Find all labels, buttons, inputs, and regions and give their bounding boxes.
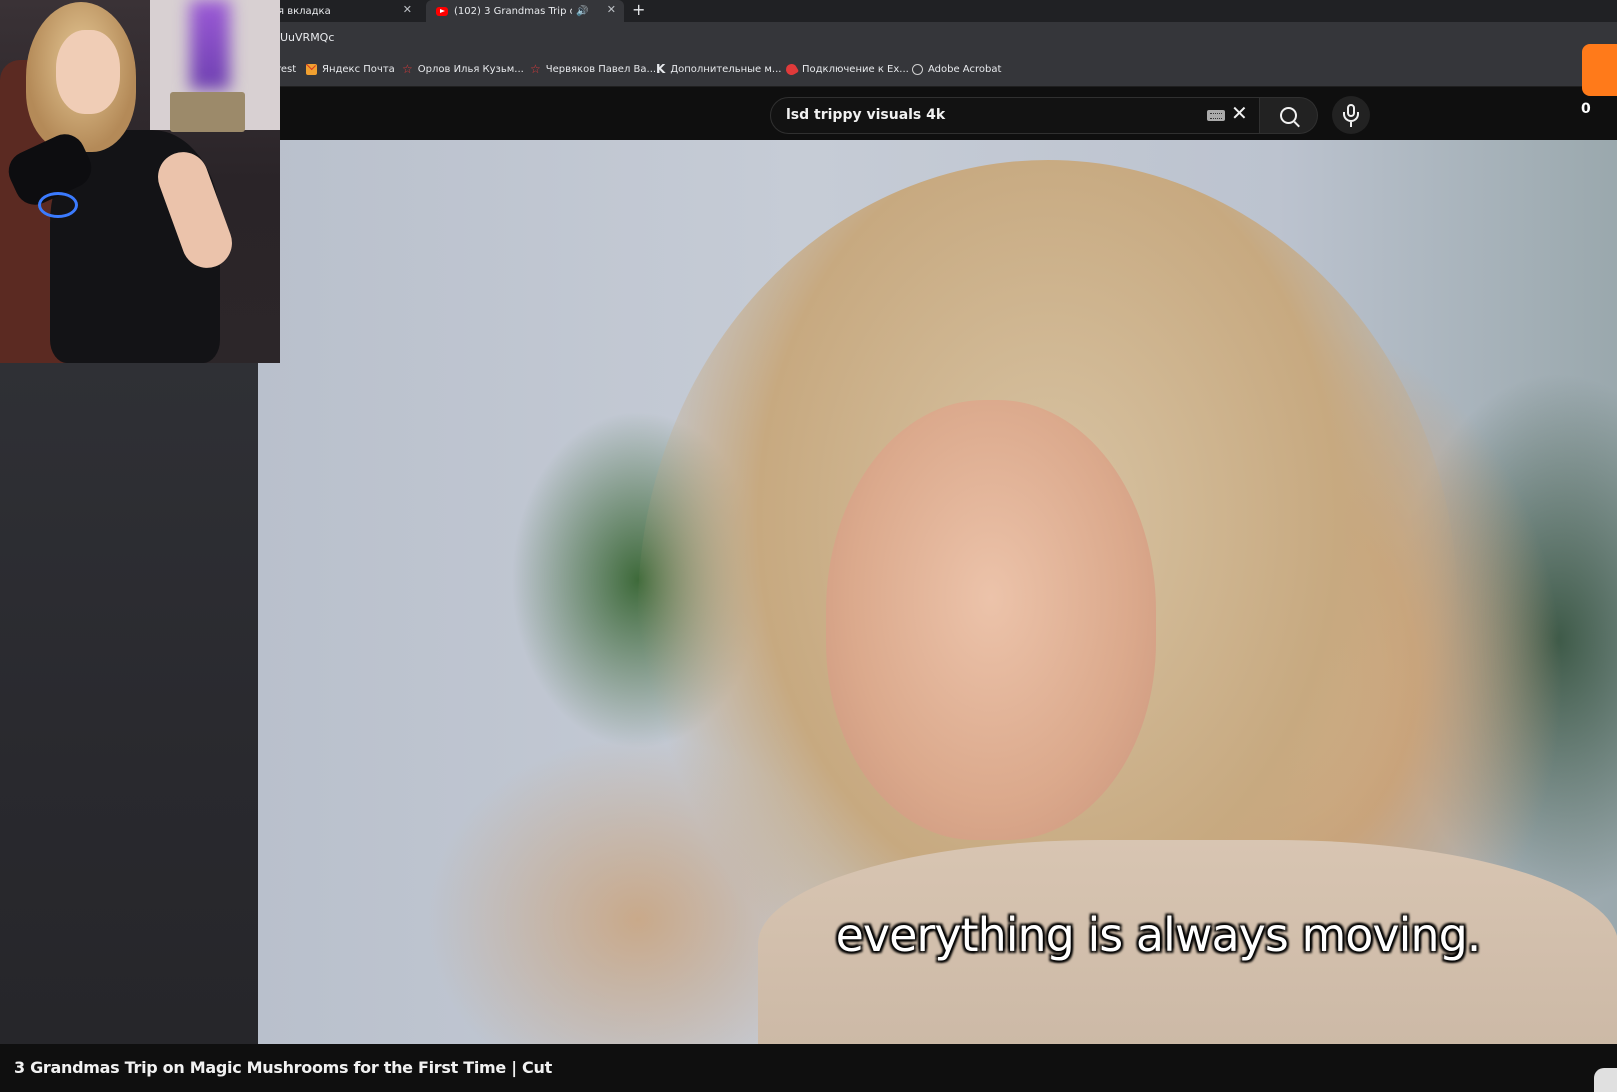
bookmark-yandex-mail[interactable]: Яндекс Почта bbox=[306, 64, 395, 75]
voice-search-button[interactable] bbox=[1332, 96, 1370, 134]
bookmark-podklyuchenie[interactable]: Подключение к Ех... bbox=[783, 61, 909, 78]
microphone-base bbox=[1343, 112, 1359, 122]
bookmark-label: Дополнительные м... bbox=[670, 64, 782, 75]
search-box[interactable]: lsd trippy visuals 4k ✕ bbox=[770, 97, 1260, 134]
k-icon: K bbox=[656, 62, 666, 76]
clear-search-icon[interactable]: ✕ bbox=[1231, 101, 1248, 125]
tab-title: я вкладка bbox=[278, 5, 331, 17]
tab-youtube-video[interactable]: (102) 3 Grandmas Trip on M 🔊 ✕ bbox=[426, 0, 624, 22]
bookmark-adobe-acrobat[interactable]: Adobe Acrobat bbox=[912, 64, 1001, 75]
keyboard-icon[interactable] bbox=[1207, 110, 1225, 121]
video-player[interactable]: everything is always moving. bbox=[258, 140, 1617, 1044]
tab-close-icon[interactable]: ✕ bbox=[403, 3, 412, 16]
extension-button[interactable] bbox=[1582, 44, 1617, 96]
bookmark-dopolnitelnye[interactable]: K Дополнительные м... bbox=[656, 62, 782, 76]
side-panel bbox=[0, 363, 258, 1044]
bookmark-chervyakov[interactable]: ☆ Червяков Павел Ва... bbox=[530, 62, 657, 76]
star-icon: ☆ bbox=[402, 62, 413, 76]
tab-close-icon[interactable]: ✕ bbox=[607, 3, 616, 16]
bookmark-label: Орлов Илья Кузьм... bbox=[417, 64, 524, 75]
bookmark-label: Подключение к Ех... bbox=[802, 64, 909, 75]
speaker-icon[interactable]: 🔊 bbox=[576, 6, 588, 17]
webcam-mic-led bbox=[38, 192, 78, 218]
microphone-stem bbox=[1350, 122, 1352, 127]
webcam-person-face bbox=[56, 30, 120, 114]
tab-new-tab[interactable]: я вкладка ✕ bbox=[272, 0, 418, 22]
bookmark-label: Червяков Павел Ва... bbox=[545, 64, 657, 75]
bookmark-label: Яндекс Почта bbox=[322, 64, 395, 75]
corner-button[interactable] bbox=[1594, 1068, 1617, 1092]
video-subtitle: everything is always moving. bbox=[835, 908, 1482, 962]
extension-badge: 0 bbox=[1581, 101, 1591, 117]
url-text[interactable]: UuVRMQc bbox=[280, 31, 334, 44]
red-icon bbox=[783, 61, 800, 78]
webcam-purple-light bbox=[190, 0, 230, 90]
mail-icon bbox=[306, 64, 317, 75]
video-title: 3 Grandmas Trip on Magic Mushrooms for t… bbox=[14, 1058, 552, 1077]
search-icon bbox=[1280, 107, 1297, 124]
bookmark-label: Adobe Acrobat bbox=[928, 64, 1002, 75]
bookmark-orlov[interactable]: ☆ Орлов Илья Кузьм... bbox=[402, 62, 524, 76]
new-tab-button[interactable]: + bbox=[632, 0, 645, 20]
acrobat-icon bbox=[912, 64, 923, 75]
streamer-webcam bbox=[0, 0, 280, 363]
search-button[interactable] bbox=[1260, 97, 1318, 134]
video-frame-subject-face bbox=[826, 400, 1156, 840]
youtube-favicon-icon bbox=[436, 6, 448, 16]
search-input[interactable]: lsd trippy visuals 4k bbox=[786, 107, 945, 123]
star-icon: ☆ bbox=[530, 62, 541, 76]
webcam-shelf bbox=[170, 92, 245, 132]
tab-title: (102) 3 Grandmas Trip on M bbox=[454, 5, 572, 17]
